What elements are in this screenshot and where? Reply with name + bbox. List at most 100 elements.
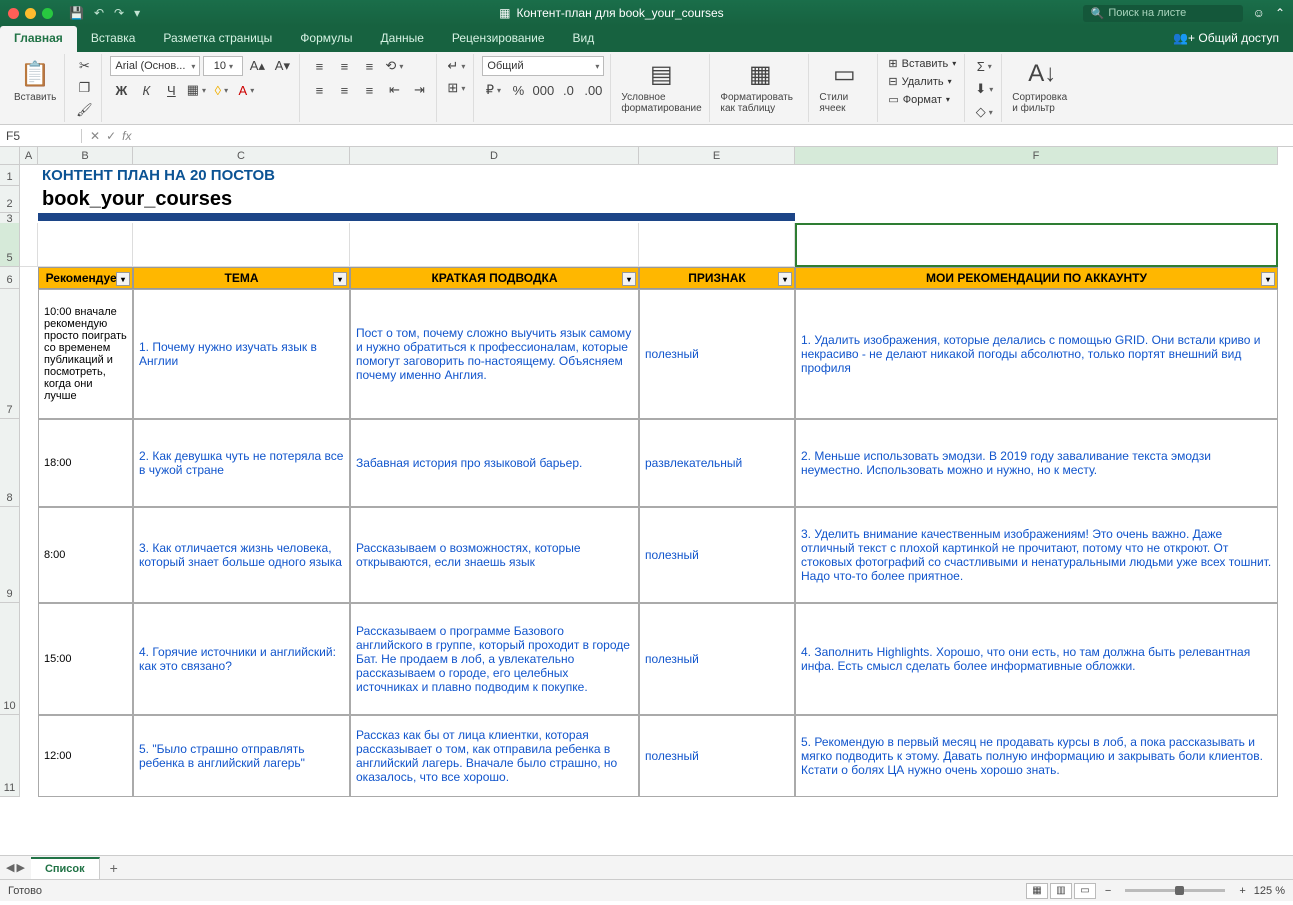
row-header[interactable]: 8 xyxy=(0,419,20,507)
col-header-b[interactable]: B xyxy=(38,147,133,165)
redo-icon[interactable]: ↷ xyxy=(114,6,124,20)
fx-icon[interactable]: fx xyxy=(122,129,131,143)
increase-decimal-icon[interactable]: .0 xyxy=(557,80,579,100)
paste-button[interactable]: 📋 Вставить xyxy=(12,56,58,105)
spreadsheet-grid[interactable]: A B C D E F 1 КОНТЕНТ ПЛАН НА 20 ПОСТОВ … xyxy=(0,147,1293,855)
percent-icon[interactable]: % xyxy=(507,80,529,100)
insert-cells-button[interactable]: ⊞Вставить▾ xyxy=(886,56,958,71)
filter-icon[interactable]: ▾ xyxy=(622,272,636,286)
cell-pod[interactable]: Рассказываем о программе Базового англий… xyxy=(350,603,639,715)
zoom-out-button[interactable]: − xyxy=(1105,885,1111,897)
cell-rec[interactable]: 1. Удалить изображения, которые делались… xyxy=(795,289,1278,419)
col-header-f[interactable]: F xyxy=(795,147,1278,165)
page-break-view-icon[interactable]: ▭ xyxy=(1074,883,1096,899)
cell-priznak[interactable]: полезный xyxy=(639,715,795,797)
autosum-icon[interactable]: Σ xyxy=(973,56,995,76)
fill-color-dropdown[interactable]: ◊ xyxy=(210,80,232,100)
zoom-in-button[interactable]: + xyxy=(1239,885,1245,897)
delete-cells-button[interactable]: ⊟Удалить▾ xyxy=(886,74,958,89)
align-top-icon[interactable]: ≡ xyxy=(308,56,330,76)
col-header-c[interactable]: C xyxy=(133,147,350,165)
row-header[interactable]: 9 xyxy=(0,507,20,603)
font-color-dropdown[interactable]: A xyxy=(235,80,257,100)
sheet-nav-prev-icon[interactable]: ◀ xyxy=(6,861,14,874)
row-header[interactable]: 10 xyxy=(0,603,20,715)
row-header[interactable]: 7 xyxy=(0,289,20,419)
table-header-recommend[interactable]: Рекомендуем▾ xyxy=(38,267,133,289)
cell-pod[interactable]: Рассказ как бы от лица клиентки, которая… xyxy=(350,715,639,797)
format-as-table-button[interactable]: ▦ Форматировать как таблицу xyxy=(718,56,802,116)
decrease-decimal-icon[interactable]: .00 xyxy=(582,80,604,100)
cell-time[interactable]: 10:00 вначале рекомендую просто поиграть… xyxy=(38,289,133,419)
cancel-formula-icon[interactable]: ✕ xyxy=(90,129,100,143)
cell-pod[interactable]: Рассказываем о возможностях, которые отк… xyxy=(350,507,639,603)
row-header[interactable]: 6 xyxy=(0,267,20,289)
undo-icon[interactable]: ↶ xyxy=(94,6,104,20)
indent-increase-icon[interactable]: ⇥ xyxy=(408,80,430,100)
wrap-text-icon[interactable]: ↵ xyxy=(445,56,467,76)
cell-priznak[interactable]: полезный xyxy=(639,603,795,715)
font-size-dropdown[interactable]: 10 xyxy=(203,56,243,76)
font-name-dropdown[interactable]: Arial (Основ... xyxy=(110,56,200,76)
zoom-level[interactable]: 125 % xyxy=(1254,885,1285,897)
tab-insert[interactable]: Вставка xyxy=(77,26,150,52)
underline-button[interactable]: Ч xyxy=(160,80,182,100)
clear-icon[interactable]: ◇ xyxy=(973,102,995,122)
confirm-formula-icon[interactable]: ✓ xyxy=(106,129,116,143)
format-cells-button[interactable]: ▭Формат▾ xyxy=(886,92,958,107)
table-header-rec[interactable]: МОИ РЕКОМЕНДАЦИИ ПО АККАУНТУ▾ xyxy=(795,267,1278,289)
tab-review[interactable]: Рецензирование xyxy=(438,26,559,52)
fill-icon[interactable]: ⬇ xyxy=(973,79,995,99)
number-format-dropdown[interactable]: Общий xyxy=(482,56,604,76)
decrease-font-icon[interactable]: A▾ xyxy=(271,56,293,76)
align-left-icon[interactable]: ≡ xyxy=(308,80,330,100)
col-header-a[interactable]: A xyxy=(20,147,38,165)
italic-button[interactable]: К xyxy=(135,80,157,100)
zoom-slider[interactable] xyxy=(1125,889,1225,892)
increase-font-icon[interactable]: A▴ xyxy=(246,56,268,76)
cell-priznak[interactable]: полезный xyxy=(639,507,795,603)
cell-rec[interactable]: 4. Заполнить Highlights. Хорошо, что они… xyxy=(795,603,1278,715)
format-painter-icon[interactable]: 🖌 xyxy=(73,100,95,120)
row-header[interactable]: 5 xyxy=(0,223,20,267)
tab-layout[interactable]: Разметка страницы xyxy=(149,26,286,52)
borders-dropdown[interactable]: ▦ xyxy=(185,80,207,100)
minimize-window-icon[interactable] xyxy=(25,8,36,19)
conditional-formatting-button[interactable]: ▤ Условное форматирование xyxy=(619,56,703,116)
filter-icon[interactable]: ▾ xyxy=(333,272,347,286)
qat-dropdown-icon[interactable]: ▾ xyxy=(134,6,140,20)
name-box[interactable]: F5 xyxy=(0,129,82,143)
fullscreen-window-icon[interactable] xyxy=(42,8,53,19)
cell-priznak[interactable]: полезный xyxy=(639,289,795,419)
merge-cells-icon[interactable]: ⊞ xyxy=(445,78,467,98)
comma-icon[interactable]: 000 xyxy=(532,80,554,100)
sheet-tab-active[interactable]: Список xyxy=(31,857,100,879)
search-input[interactable]: 🔍 Поиск на листе xyxy=(1083,5,1243,22)
tab-formulas[interactable]: Формулы xyxy=(286,26,366,52)
col-header-e[interactable]: E xyxy=(639,147,795,165)
cell-priznak[interactable]: развлекательный xyxy=(639,419,795,507)
cell-time[interactable]: 12:00 xyxy=(38,715,133,797)
cell-time[interactable]: 8:00 xyxy=(38,507,133,603)
align-center-icon[interactable]: ≡ xyxy=(333,80,355,100)
bold-button[interactable]: Ж xyxy=(110,80,132,100)
cell-rec[interactable]: 2. Меньше использовать эмодзи. В 2019 го… xyxy=(795,419,1278,507)
row-header[interactable]: 2 xyxy=(0,186,20,213)
row-header[interactable]: 1 xyxy=(0,165,20,186)
ribbon-toggle-icon[interactable]: ⌃ xyxy=(1275,6,1285,20)
align-right-icon[interactable]: ≡ xyxy=(358,80,380,100)
save-icon[interactable]: 💾 xyxy=(69,6,84,20)
cell-pod[interactable]: Пост о том, почему сложно выучить язык с… xyxy=(350,289,639,419)
cell-tema[interactable]: 5. "Было страшно отправлять ребенка в ан… xyxy=(133,715,350,797)
filter-icon[interactable]: ▾ xyxy=(778,272,792,286)
cell-tema[interactable]: 3. Как отличается жизнь человека, которы… xyxy=(133,507,350,603)
add-sheet-button[interactable]: + xyxy=(100,856,128,880)
cell-styles-button[interactable]: ▭ Стили ячеек xyxy=(817,56,871,116)
row-header[interactable]: 11 xyxy=(0,715,20,797)
normal-view-icon[interactable]: ▦ xyxy=(1026,883,1048,899)
cell-rec[interactable]: 3. Уделить внимание качественным изображ… xyxy=(795,507,1278,603)
sort-filter-button[interactable]: A↓ Сортировка и фильтр xyxy=(1010,56,1074,116)
align-middle-icon[interactable]: ≡ xyxy=(333,56,355,76)
cell-time[interactable]: 18:00 xyxy=(38,419,133,507)
table-header-pod[interactable]: КРАТКАЯ ПОДВОДКА▾ xyxy=(350,267,639,289)
